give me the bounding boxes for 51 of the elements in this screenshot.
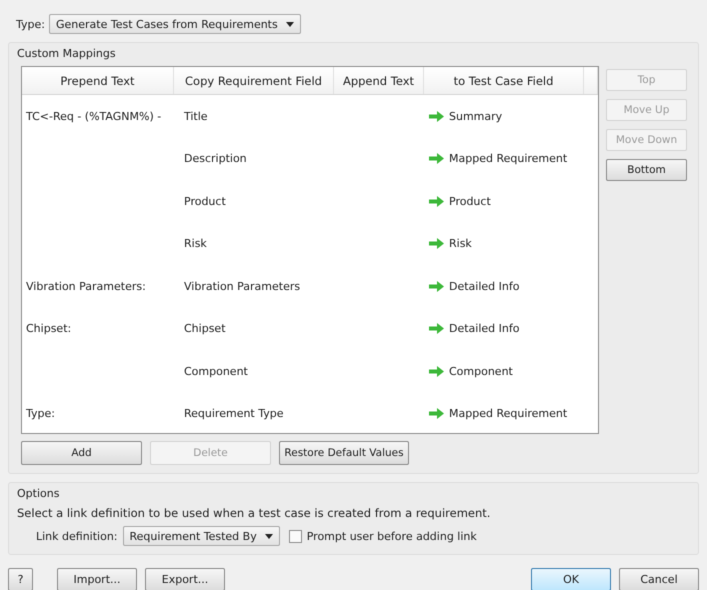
- import-button[interactable]: Import...: [57, 568, 137, 590]
- caret-icon: [286, 22, 294, 26]
- table-cell: Detailed Info: [449, 280, 520, 293]
- column-header[interactable]: Copy Requirement Field: [174, 67, 334, 94]
- prompt-label: Prompt user before adding link: [306, 530, 477, 542]
- export-button[interactable]: Export...: [145, 568, 225, 590]
- table-cell: Detailed Info: [449, 322, 520, 336]
- arrow-icon: [429, 366, 444, 377]
- table-cell: Product: [449, 194, 491, 208]
- action-button[interactable]: Restore Default Values: [279, 441, 409, 465]
- group-title: Custom Mappings: [17, 47, 117, 60]
- prompt-checkbox[interactable]: [288, 530, 302, 542]
- table-cell: Risk: [449, 237, 472, 250]
- table-cell-text: Component: [183, 364, 248, 378]
- move-button[interactable]: Bottom: [606, 159, 687, 181]
- table-cell-text: Risk: [183, 237, 207, 250]
- link-definition-label: Link definition:: [36, 530, 118, 542]
- table-cell-text: Vibration Parameters: [183, 280, 300, 293]
- arrow-icon: [429, 280, 444, 292]
- help-button[interactable]: ?: [8, 568, 33, 590]
- table-cell-text: Type:: [25, 407, 55, 420]
- table-cell: Mapped Requirement: [449, 152, 568, 166]
- arrow-icon: [429, 153, 444, 164]
- link-definition-dropdown[interactable]: Requirement Tested By: [122, 526, 280, 546]
- table-cell-text: TC<-Req - (%TAGNM%) -: [25, 110, 162, 123]
- caret-icon: [264, 534, 273, 538]
- action-button[interactable]: Add: [21, 441, 142, 465]
- arrow-icon: [429, 110, 444, 122]
- table-cell: Component: [449, 364, 513, 378]
- arrow-icon: [429, 196, 444, 207]
- table-cell: Summary: [449, 110, 502, 123]
- column-header[interactable]: Append Text: [334, 67, 424, 94]
- type-dropdown[interactable]: Generate Test Cases from Requirements: [48, 14, 301, 34]
- arrow-icon: [429, 323, 444, 334]
- table-cell-text: Product: [183, 194, 226, 208]
- column-header[interactable]: Prepend Text: [22, 67, 174, 94]
- table-cell-text: Description: [183, 152, 247, 166]
- ok-button[interactable]: OK: [531, 568, 611, 590]
- table-cell-text: Chipset:: [25, 322, 72, 336]
- table-cell-text: Vibration Parameters:: [25, 280, 146, 293]
- options-description: Select a link definition to be used when a test case is created from a requirement.: [17, 506, 492, 520]
- arrow-icon: [429, 238, 444, 250]
- cancel-button[interactable]: Cancel: [619, 568, 699, 590]
- table-cell-text: Title: [183, 110, 208, 123]
- table-cell-text: Chipset: [183, 322, 226, 336]
- arrow-icon: [429, 408, 444, 420]
- table-cell: Mapped Requirement: [449, 407, 568, 420]
- table-cell-text: Requirement Type: [183, 407, 284, 420]
- column-header[interactable]: to Test Case Field: [424, 67, 584, 94]
- group-title: Options: [17, 487, 60, 500]
- type-label: Type:: [16, 18, 45, 30]
